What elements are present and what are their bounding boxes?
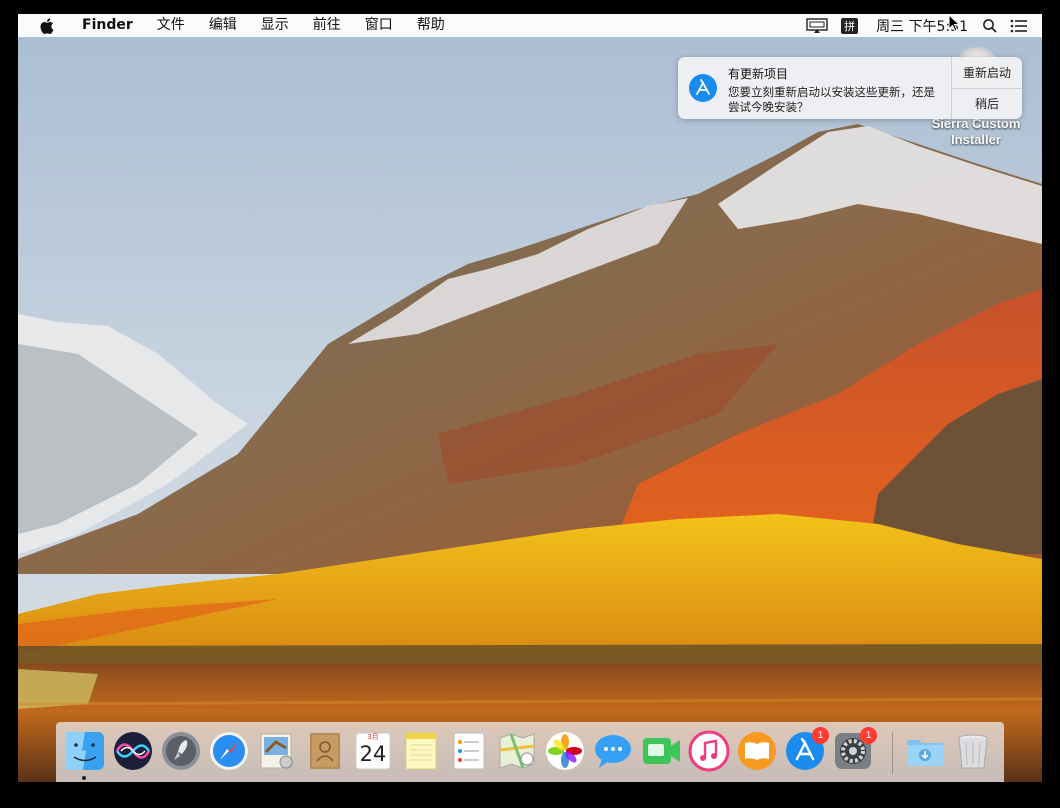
dock: 3月 24 1 1 [56, 722, 1004, 782]
finder-running-indicator [82, 776, 86, 780]
finder-icon [66, 732, 104, 770]
app-store-badge: 1 [812, 727, 829, 744]
facetime-icon [643, 738, 680, 764]
dock-photos[interactable] [544, 730, 586, 772]
maps-icon [499, 733, 535, 769]
later-button[interactable]: 稍后 [952, 89, 1022, 120]
dock-contacts[interactable] [304, 730, 346, 772]
dock-trash[interactable] [952, 730, 994, 772]
dock-reminders[interactable] [448, 730, 490, 772]
dock-mail[interactable] [256, 730, 298, 772]
menu-go[interactable]: 前往 [301, 14, 353, 37]
calendar-month: 3月 [367, 733, 379, 741]
input-method-label: 拼 [841, 17, 859, 34]
dock-separator [892, 732, 893, 774]
dock-calendar[interactable]: 3月 24 [352, 730, 394, 772]
dock-app-store[interactable]: 1 [784, 727, 829, 772]
dock-finder[interactable] [64, 730, 106, 772]
restart-button[interactable]: 重新启动 [952, 57, 1022, 89]
system-preferences-badge: 1 [860, 727, 877, 744]
notes-icon [405, 732, 437, 770]
launchpad-icon [162, 732, 200, 770]
mouse-cursor-icon [948, 14, 960, 32]
update-notification: 有更新项目 您要立刻重新启动以安装这些更新，还是尝试今晚安装？ 重新启动 稍后 [678, 57, 1022, 119]
siri-icon [114, 732, 152, 770]
menu-edit[interactable]: 编辑 [197, 14, 249, 37]
dock-ibooks[interactable] [736, 730, 778, 772]
wallpaper-high-sierra [18, 14, 1042, 782]
dock-siri[interactable] [112, 730, 154, 772]
dock-itunes[interactable] [688, 730, 730, 772]
ibooks-icon [738, 732, 776, 770]
spotlight-search-icon[interactable] [982, 18, 998, 34]
notification-message: 您要立刻重新启动以安装这些更新，还是尝试今晚安装？ [728, 85, 935, 114]
dock-safari[interactable] [208, 730, 250, 772]
safari-icon [210, 732, 248, 770]
dock-system-preferences[interactable]: 1 [832, 727, 877, 772]
reminders-icon [453, 732, 485, 770]
downloads-folder-icon [907, 740, 943, 766]
menu-bar: Finder 文件 编辑 显示 前往 窗口 帮助 拼 周三 下午5:31 [18, 14, 1042, 37]
trash-icon [958, 734, 988, 769]
calendar-day: 24 [359, 742, 387, 766]
airplay-display-icon[interactable] [805, 17, 829, 34]
photos-icon [546, 732, 584, 770]
mail-icon [260, 733, 293, 769]
input-method-icon[interactable]: 拼 [841, 17, 859, 34]
dock-downloads[interactable] [904, 730, 946, 772]
menu-help[interactable]: 帮助 [405, 14, 457, 37]
notification-center-icon[interactable] [1010, 19, 1028, 33]
dock-messages[interactable] [592, 730, 634, 772]
dock-facetime[interactable] [640, 730, 682, 772]
menu-app-name[interactable]: Finder [70, 14, 145, 37]
app-store-icon [689, 74, 717, 102]
menu-file[interactable]: 文件 [145, 14, 197, 37]
dock-maps[interactable] [496, 730, 538, 772]
apple-menu-icon[interactable] [38, 16, 58, 36]
desktop-icon-label[interactable]: Sierra Custom Installer [918, 116, 1034, 148]
messages-icon [595, 735, 631, 768]
dock-notes[interactable] [400, 730, 442, 772]
desktop-screen: Finder 文件 编辑 显示 前往 窗口 帮助 拼 周三 下午5:31 Sie [18, 14, 1042, 782]
itunes-icon [688, 730, 730, 772]
notification-title: 有更新项目 [728, 67, 789, 81]
menu-view[interactable]: 显示 [249, 14, 301, 37]
contacts-icon [310, 733, 340, 769]
dock-launchpad[interactable] [160, 730, 202, 772]
menu-window[interactable]: 窗口 [353, 14, 405, 37]
